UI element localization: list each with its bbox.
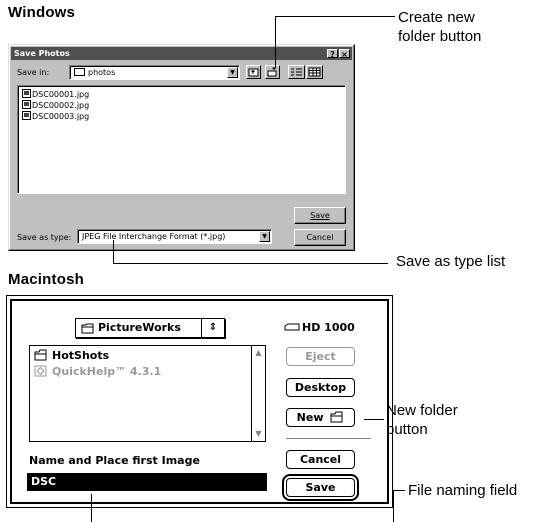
- create-folder-callout: Create new folder button: [398, 8, 481, 46]
- callout-line: [275, 16, 395, 17]
- callout-line: [393, 490, 394, 522]
- scrollbar[interactable]: ▲ ▼: [251, 346, 265, 441]
- jpg-file-icon: [22, 100, 31, 109]
- file-naming-callout: File naming field: [408, 482, 518, 499]
- callout-line: [364, 419, 384, 420]
- file-name: DSC00002.jpg: [32, 101, 90, 110]
- eject-button[interactable]: Eject: [286, 347, 355, 366]
- windows-titlebar: Save Photos ? ×: [11, 47, 352, 60]
- callout-text: Create new: [398, 9, 475, 26]
- details-view-icon: [308, 67, 321, 77]
- file-name: DSC00003.jpg: [32, 112, 90, 121]
- create-new-folder-button[interactable]: [265, 65, 280, 79]
- windows-save-dialog: Save Photos ? × Save in: photos ▼ DSC000…: [8, 44, 355, 251]
- save-as-type-label: Save as type:: [17, 233, 72, 242]
- file-list[interactable]: DSC00001.jpg DSC00002.jpg DSC00003.jpg: [17, 85, 346, 194]
- callout-line: [113, 263, 388, 264]
- drive-label: HD 1000: [284, 321, 355, 334]
- callout-text: New folder: [386, 402, 458, 419]
- up-folder-icon: [248, 68, 259, 77]
- list-item[interactable]: DSC00002.jpg: [22, 100, 89, 110]
- list-view-button[interactable]: [288, 65, 305, 79]
- scroll-down-arrow-icon[interactable]: ▼: [252, 427, 265, 441]
- folder-icon: [330, 411, 343, 423]
- callout-line: [393, 490, 405, 491]
- list-item[interactable]: DSC00003.jpg: [22, 111, 89, 121]
- folder-icon: [34, 349, 47, 361]
- app-icon: [34, 365, 47, 377]
- folder-icon: [81, 323, 94, 334]
- save-in-label-text: Save in:: [17, 68, 50, 77]
- windows-save-label: Save: [310, 211, 330, 220]
- list-item[interactable]: QuickHelp™ 4.3.1: [34, 364, 161, 380]
- item-label: HotShots: [52, 349, 110, 362]
- chevron-down-icon[interactable]: ▼: [227, 67, 238, 78]
- callout-text: button: [386, 421, 428, 438]
- save-in-value: photos: [88, 68, 116, 77]
- save-prompt-label: Name and Place first Image: [29, 454, 200, 467]
- mac-file-list[interactable]: HotShots QuickHelp™ 4.3.1 ▲ ▼: [29, 345, 266, 442]
- windows-save-button[interactable]: Save: [294, 207, 346, 224]
- list-item[interactable]: HotShots: [34, 348, 109, 364]
- help-button[interactable]: ?: [327, 49, 338, 59]
- new-folder-icon: [267, 67, 277, 77]
- list-view-icon: [291, 68, 302, 76]
- new-button-label: New: [296, 411, 324, 424]
- windows-cancel-button[interactable]: Cancel: [294, 229, 346, 246]
- mac-save-button[interactable]: Save: [286, 478, 355, 497]
- mac-save-dialog: PictureWorks ⇕ HotShots QuickHelp™ 4.3.1…: [6, 295, 393, 508]
- list-item[interactable]: DSC00001.jpg: [22, 89, 89, 99]
- new-folder-callout: New folder button: [386, 401, 458, 439]
- file-name-field[interactable]: DSC: [27, 473, 267, 491]
- drive-name: HD 1000: [302, 321, 355, 334]
- scroll-up-arrow-icon[interactable]: ▲: [252, 346, 265, 360]
- save-in-dropdown[interactable]: photos ▼: [69, 65, 240, 80]
- jpg-file-icon: [22, 111, 31, 120]
- up-one-level-button[interactable]: [246, 65, 261, 79]
- chevron-down-icon[interactable]: ▼: [259, 231, 270, 242]
- save-in-label: Save in:: [17, 68, 49, 77]
- divider: [286, 438, 371, 439]
- page: Windows Save Photos ? × Save in: photos …: [0, 0, 551, 522]
- file-name: DSC00001.jpg: [32, 90, 90, 99]
- close-button[interactable]: ×: [339, 49, 350, 59]
- hard-drive-icon: [284, 323, 300, 331]
- windows-heading: Windows: [8, 4, 76, 21]
- new-folder-button[interactable]: New: [286, 408, 355, 427]
- folder-popup-menu[interactable]: PictureWorks ⇕: [75, 318, 225, 338]
- callout-line: [91, 494, 92, 522]
- mac-heading: Macintosh: [8, 271, 84, 288]
- callout-text: folder button: [398, 28, 482, 45]
- jpg-file-icon: [22, 89, 31, 98]
- save-as-type-callout: Save as type list: [396, 253, 506, 270]
- save-as-type-value: JPEG File Interchange Format (*.jpg): [82, 232, 226, 241]
- details-view-button[interactable]: [306, 65, 323, 79]
- save-as-type-dropdown[interactable]: JPEG File Interchange Format (*.jpg) ▼: [77, 229, 272, 244]
- folder-icon: [74, 68, 85, 76]
- folder-popup-label: PictureWorks: [98, 321, 181, 334]
- callout-line: [275, 16, 276, 68]
- up-down-arrows-icon: ⇕: [201, 319, 224, 337]
- mac-cancel-button[interactable]: Cancel: [286, 450, 355, 469]
- windows-dialog-title: Save Photos: [14, 49, 70, 58]
- desktop-button[interactable]: Desktop: [286, 378, 355, 397]
- callout-line: [113, 240, 114, 263]
- item-label: QuickHelp™ 4.3.1: [52, 365, 162, 378]
